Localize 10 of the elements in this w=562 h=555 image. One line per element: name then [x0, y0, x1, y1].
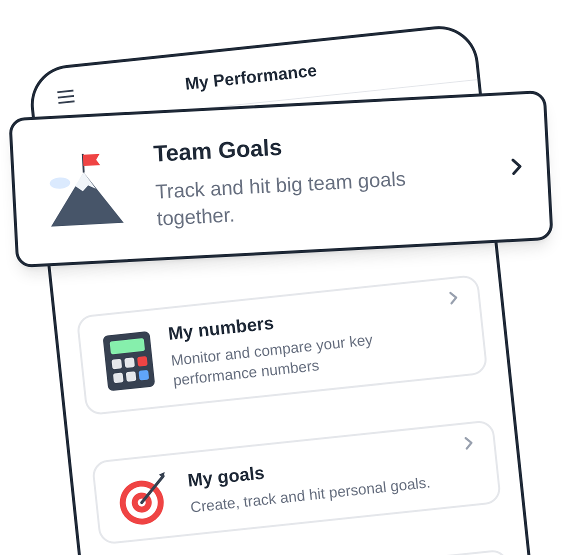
featured-title: Team Goals: [152, 133, 284, 169]
menu-icon[interactable]: [56, 88, 76, 106]
card-title: My numbers: [166, 312, 275, 344]
chevron-right-icon: [448, 290, 459, 306]
featured-description: Track and hit big team goals together.: [154, 167, 408, 233]
list-card[interactable]: My numbers Monitor and compare your key performance numbers: [76, 274, 488, 416]
card-title: My goals: [186, 462, 266, 493]
list-card[interactable]: My goals Create, track and hit personal goals.: [91, 419, 502, 546]
chevron-right-icon: [464, 436, 474, 450]
chevron-right-icon: [510, 157, 524, 176]
